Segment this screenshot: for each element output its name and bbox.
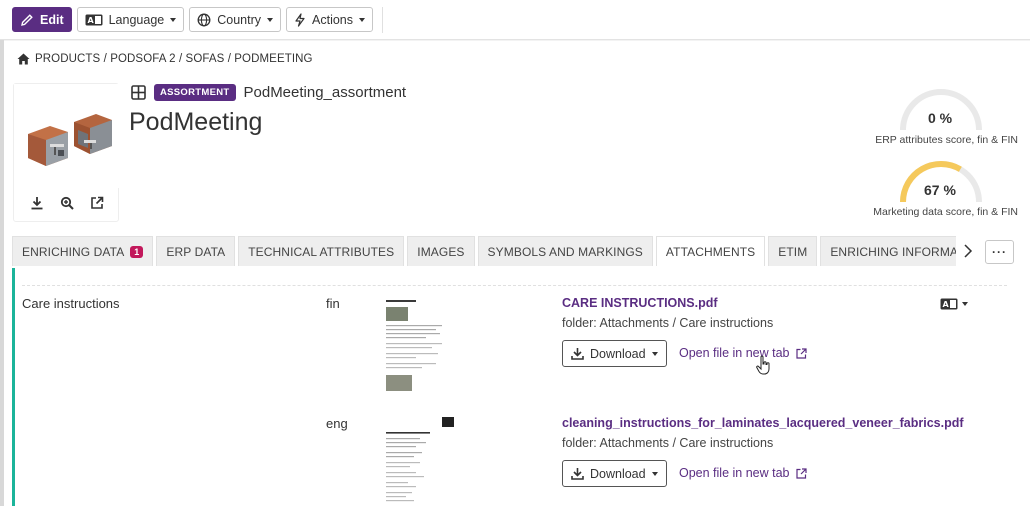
download-button[interactable]: Download [562,340,667,367]
tab-label: ERP DATA [166,244,226,259]
download-icon[interactable] [30,196,44,210]
erp-score-value: 0 % [928,110,953,126]
chevron-down-icon [651,471,658,476]
marketing-score-label: Marketing data score, fin & FIN [873,206,1018,218]
chevron-down-icon [651,351,658,356]
svg-text:A: A [87,16,94,25]
tabs-more-button[interactable]: ··· [985,240,1014,264]
assortment-name: PodMeeting_assortment [243,84,407,101]
download-button[interactable]: Download [562,460,667,487]
tab-attachments[interactable]: ATTACHMENTS [655,236,766,266]
page-title: PodMeeting [129,108,263,136]
edit-label: Edit [40,12,64,27]
bolt-icon [295,12,305,27]
chevron-right-icon [964,244,973,258]
section-divider [22,285,1007,286]
top-toolbar: Edit A Language Country Actions [0,0,1030,40]
attachment-language: fin [326,296,340,311]
section-accent-line [12,268,15,506]
language-icon: A [85,14,103,25]
assortment-badge: ASSORTMENT [154,84,236,101]
marketing-score-value: 67 % [924,182,956,198]
tab-label: IMAGES [417,244,465,259]
attachment-language-select[interactable]: A [940,298,968,310]
country-label: Country [217,12,262,27]
open-link-label: Open file in new tab [679,466,790,480]
tab-label: TECHNICAL ATTRIBUTES [248,244,395,259]
chevron-down-icon [962,302,968,306]
country-dropdown[interactable]: Country [189,7,282,32]
chevron-down-icon [170,17,177,22]
tab-count-badge: 1 [130,245,144,258]
attachment-folder: folder: Attachments / Care instructions [562,316,774,330]
tab-label: SYMBOLS AND MARKINGS [487,244,643,259]
globe-icon [197,13,211,26]
external-link-icon[interactable] [90,196,104,210]
cursor-hand-icon [756,355,770,375]
breadcrumb-path[interactable]: PRODUCTS / PODSOFA 2 / SOFAS / PODMEETIN… [35,53,313,65]
tab-label: ENRICHING INFORMATION [830,244,956,259]
tab-bar: ENRICHING DATA 1 ERP DATA TECHNICAL ATTRIBU… [12,236,956,266]
attachment-language: eng [326,416,348,431]
marketing-score-gauge: 67 % Marketing data score, fin & FIN [858,158,1018,218]
erp-score-label: ERP attributes score, fin & FIN [875,134,1018,146]
tab-label: ATTACHMENTS [665,244,756,259]
tab-enriching-data[interactable]: ENRICHING DATA 1 [12,236,154,266]
product-thumbnail-card [13,83,120,222]
erp-score-gauge: 0 % ERP attributes score, fin & FIN [858,86,1018,146]
chevron-down-icon [267,17,274,22]
document-thumbnail[interactable] [384,416,456,506]
product-image[interactable] [14,84,120,188]
field-label: Care instructions [22,296,120,311]
actions-dropdown[interactable]: Actions [286,7,374,32]
document-thumbnail[interactable] [384,297,446,393]
tab-label: ETIM [778,244,808,259]
attachment-filename-link[interactable]: CARE INSTRUCTIONS.pdf [562,296,718,310]
product-title-row: ASSORTMENT PodMeeting_assortment [131,84,406,101]
tab-label: ENRICHING DATA [22,244,125,259]
language-dropdown[interactable]: A Language [76,7,185,32]
open-link-label: Open file in new tab [679,346,790,360]
tab-list: ENRICHING DATA 1 ERP DATA TECHNICAL ATTRIBU… [12,236,956,266]
attachment-folder: folder: Attachments / Care instructions [562,436,774,450]
tab-symbols-and-markings[interactable]: SYMBOLS AND MARKINGS [477,236,653,266]
tab-images[interactable]: IMAGES [407,236,475,266]
download-icon [571,348,584,360]
breadcrumb: PRODUCTS / PODSOFA 2 / SOFAS / PODMEETIN… [17,53,313,65]
tab-erp-data[interactable]: ERP DATA [156,236,236,266]
svg-text:A: A [943,300,950,309]
download-label: Download [590,346,646,361]
tabs-scroll-right[interactable] [956,236,980,266]
edit-button[interactable]: Edit [12,7,72,32]
download-icon [571,468,584,480]
tab-enriching-information[interactable]: ENRICHING INFORMATION [820,236,956,266]
tab-technical-attributes[interactable]: TECHNICAL ATTRIBUTES [238,236,405,266]
zoom-in-icon[interactable] [60,196,74,210]
pencil-icon [21,13,33,26]
home-icon[interactable] [17,53,30,65]
toolbar-divider [382,6,384,33]
chevron-down-icon [359,17,366,22]
open-in-new-tab-link[interactable]: Open file in new tab [679,466,807,480]
tab-etim[interactable]: ETIM [768,236,818,266]
actions-label: Actions [312,12,354,27]
open-in-new-tab-link[interactable]: Open file in new tab [679,346,807,360]
language-icon: A [940,298,958,310]
grid-icon [131,85,146,100]
download-label: Download [590,466,646,481]
external-link-icon [795,347,807,359]
thumbnail-actions [14,196,120,210]
attachment-filename-link[interactable]: cleaning_instructions_for_laminates_lacq… [562,416,964,430]
external-link-icon [795,467,807,479]
language-label: Language [108,12,165,27]
